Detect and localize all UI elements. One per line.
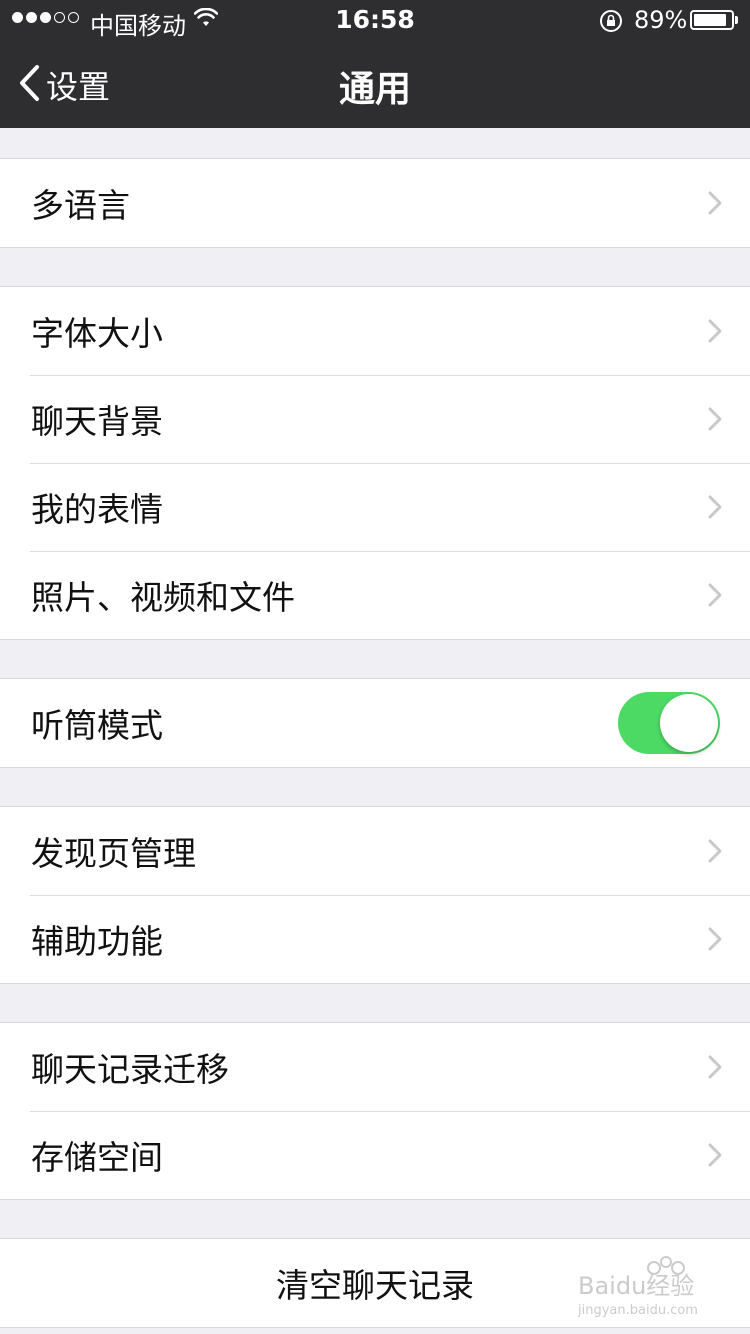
chevron-right-icon: [708, 319, 722, 347]
settings-group-storage: 聊天记录迁移 存储空间: [0, 1022, 750, 1200]
settings-item-label: 聊天背景: [31, 402, 163, 441]
settings-item-label: 存储空间: [31, 1138, 163, 1177]
chevron-right-icon: [708, 1055, 722, 1083]
settings-item-language[interactable]: 多语言: [0, 159, 750, 247]
settings-item-label: 辅助功能: [31, 922, 163, 961]
settings-item-accessibility[interactable]: 辅助功能: [0, 895, 750, 983]
navigation-bar: 设置 通用: [0, 40, 750, 128]
settings-group-earpiece: 听筒模式: [0, 678, 750, 768]
chevron-right-icon: [708, 927, 722, 955]
settings-item-label: 聊天记录迁移: [31, 1050, 229, 1089]
settings-item-discover-management[interactable]: 发现页管理: [0, 807, 750, 895]
settings-item-label: 发现页管理: [31, 834, 196, 873]
chevron-right-icon: [708, 839, 722, 867]
settings-item-label: 听筒模式: [31, 706, 163, 745]
battery-percentage: 89%: [634, 6, 688, 34]
chevron-right-icon: [708, 407, 722, 435]
toggle-knob: [660, 694, 718, 752]
battery-tip: [735, 16, 738, 24]
settings-item-photos-videos-files[interactable]: 照片、视频和文件: [0, 551, 750, 639]
settings-item-chat-history-migration[interactable]: 聊天记录迁移: [0, 1023, 750, 1111]
settings-group-features: 发现页管理 辅助功能: [0, 806, 750, 984]
battery-fill: [694, 14, 727, 26]
settings-item-label: 多语言: [31, 186, 130, 225]
settings-group-display: 字体大小 聊天背景 我的表情 照片、视频和文件: [0, 286, 750, 640]
chevron-right-icon: [708, 495, 722, 523]
settings-item-my-stickers[interactable]: 我的表情: [0, 463, 750, 551]
baidu-watermark-logo: Baidu经验 jingyan.baidu.com: [574, 1252, 714, 1322]
watermark-brand: Baidu经验: [578, 1272, 694, 1300]
chevron-right-icon: [708, 191, 722, 219]
battery-icon: [690, 10, 734, 30]
settings-group-language: 多语言: [0, 158, 750, 248]
watermark-url: jingyan.baidu.com: [577, 1303, 698, 1318]
settings-item-storage-space[interactable]: 存储空间: [0, 1111, 750, 1199]
settings-item-label: 照片、视频和文件: [31, 578, 295, 617]
top-bar: 中国移动 16:58 89% 设置 通用: [0, 0, 750, 128]
rotation-lock-icon: [598, 8, 624, 38]
settings-item-label: 我的表情: [31, 490, 163, 529]
settings-item-earpiece-mode: 听筒模式: [0, 679, 750, 767]
chevron-right-icon: [708, 1143, 722, 1171]
chevron-right-icon: [708, 583, 722, 611]
earpiece-mode-toggle[interactable]: [618, 692, 720, 754]
status-bar: 中国移动 16:58 89%: [0, 0, 750, 40]
settings-item-font-size[interactable]: 字体大小: [0, 287, 750, 375]
page-title: 通用: [338, 69, 411, 110]
settings-item-chat-background[interactable]: 聊天背景: [0, 375, 750, 463]
settings-item-label: 字体大小: [31, 314, 163, 353]
